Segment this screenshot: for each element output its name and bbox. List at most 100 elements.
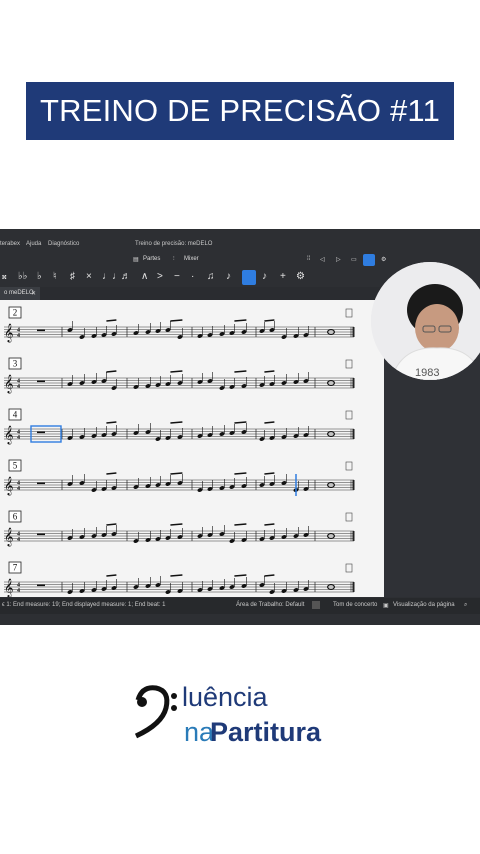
add-icon[interactable]: + — [280, 271, 286, 282]
time-signature-bottom: 4 — [17, 435, 20, 441]
brand-logo: luência na Partitura — [130, 682, 370, 752]
zoom-icon[interactable]: ⌕ — [464, 602, 467, 609]
measure-number: 4 — [13, 410, 18, 420]
presenter-image: 1983 — [371, 262, 480, 380]
sharp-icon[interactable]: ♯ — [70, 271, 75, 282]
beam — [234, 421, 247, 424]
treble-clef: 𝄞 — [4, 425, 13, 445]
beam-icon[interactable]: ♫ — [207, 271, 215, 282]
beam — [264, 370, 275, 373]
staff-end-marker — [345, 563, 353, 573]
rest — [37, 584, 45, 587]
logo-line2-main: Partitura — [210, 717, 322, 747]
bass-clef-icon — [134, 685, 177, 739]
final-barline-thick — [352, 378, 355, 388]
staff-end-marker — [345, 461, 353, 471]
flip-icon[interactable]: ♪ — [262, 271, 267, 282]
flat-icon[interactable]: ♭ — [37, 271, 42, 282]
double-flat-icon[interactable]: ♭♭ — [18, 271, 27, 282]
beam — [234, 370, 247, 373]
staff-end-marker — [345, 359, 353, 369]
voice-icon-active[interactable] — [242, 270, 256, 285]
tenuto-icon[interactable]: − — [174, 271, 180, 282]
beam — [106, 523, 117, 526]
webcam-overlay: 1983 — [371, 262, 480, 380]
double-sharp-icon[interactable]: 𝄪 — [2, 271, 7, 282]
beam — [170, 574, 183, 577]
beam — [106, 574, 117, 577]
beam — [170, 523, 183, 526]
close-icon[interactable]: ✕ — [31, 290, 36, 297]
treble-clef: 𝄞 — [4, 323, 13, 343]
rest — [37, 380, 45, 383]
rest — [37, 482, 45, 485]
beam — [264, 472, 275, 475]
mixer-icon[interactable]: ⫶ — [173, 256, 175, 263]
customize-icon[interactable]: ⚙ — [296, 271, 305, 282]
menu-bar: terabex Ajuda Diagnóstico Treino de prec… — [0, 238, 480, 252]
beam — [264, 574, 275, 577]
grace-note-icon[interactable]: ♪ — [226, 271, 231, 282]
parts-icon[interactable]: ▤ — [133, 256, 139, 263]
page-view-icon[interactable]: ▣ — [383, 602, 389, 609]
beam — [106, 319, 117, 322]
tab-label: o meDELO — [4, 290, 34, 296]
measure-number: 5 — [13, 461, 18, 471]
beam — [264, 523, 275, 526]
playback-toggle-icon[interactable] — [363, 254, 375, 266]
tie-icon[interactable]: ♩♩ — [102, 271, 122, 282]
workspace-label[interactable]: Área de Trabalho: Default — [236, 602, 304, 608]
concert-pitch-toggle[interactable] — [312, 601, 320, 609]
beam — [170, 472, 183, 475]
page-view-label[interactable]: Visualização da página — [393, 602, 455, 608]
metronome-icon[interactable]: ▭ — [351, 256, 357, 263]
rest — [37, 329, 45, 332]
accent-icon[interactable]: > — [157, 271, 163, 282]
beam — [170, 421, 183, 424]
settings-icon[interactable]: ⚙ — [381, 256, 386, 263]
beam — [106, 421, 117, 424]
final-barline-thick — [352, 531, 355, 541]
tab-score[interactable]: o meDELO ✕ — [0, 287, 40, 300]
rewind-icon[interactable]: ◁ — [320, 256, 325, 263]
time-signature-bottom: 4 — [17, 588, 20, 594]
svg-text:1983: 1983 — [415, 367, 439, 379]
beam — [234, 574, 247, 577]
beam — [234, 523, 247, 526]
natural-icon[interactable]: ♮ — [53, 271, 57, 282]
double-sharp-x-icon[interactable]: × — [86, 271, 92, 282]
final-barline-thick — [352, 480, 355, 490]
rest — [37, 533, 45, 536]
parts-button[interactable]: Partes — [143, 256, 160, 262]
staff-end-marker — [345, 410, 353, 420]
beam — [170, 370, 183, 373]
time-signature-bottom: 4 — [17, 384, 20, 390]
measure-number: 2 — [13, 308, 18, 318]
beam — [170, 319, 183, 322]
menu-item-terabex[interactable]: terabex — [0, 241, 20, 247]
title-banner: TREINO DE PRECISÃO #11 — [26, 82, 454, 140]
play-icon[interactable]: ▷ — [336, 256, 341, 263]
menu-item-diagnostics[interactable]: Diagnóstico — [48, 241, 79, 247]
staccato-icon[interactable]: · — [191, 271, 194, 282]
concert-pitch-label[interactable]: Tom de concerto — [333, 602, 377, 608]
marcato-icon[interactable]: ∧ — [141, 271, 148, 282]
beam — [234, 319, 247, 322]
final-barline-thick — [352, 582, 355, 592]
loop-icon[interactable]: ⁞⁞ — [307, 256, 310, 262]
treble-clef: 𝄞 — [4, 374, 13, 394]
tuplet-icon[interactable]: ♬ — [121, 271, 131, 282]
score-page[interactable]: 2 𝄞 4 4 3 𝄞 4 4 4 𝄞 4 4 5 𝄞 4 4 6 𝄞 4 4 7 𝄞 4 4 — [0, 300, 384, 597]
banner-title: TREINO DE PRECISÃO #11 — [39, 93, 441, 128]
final-barline-thick — [352, 327, 355, 337]
time-signature-bottom: 4 — [17, 537, 20, 543]
beam — [106, 472, 117, 475]
measure-number: 7 — [13, 563, 18, 573]
time-signature-bottom: 4 — [17, 486, 20, 492]
beam — [234, 472, 247, 475]
final-barline-thick — [352, 429, 355, 439]
menu-item-help[interactable]: Ajuda — [26, 241, 41, 247]
measure-number: 6 — [13, 512, 18, 522]
score-svg: 2𝄞 443𝄞 444𝄞 445𝄞 446𝄞 447𝄞 44 — [4, 306, 355, 597]
mixer-button[interactable]: Mixer — [184, 256, 199, 262]
